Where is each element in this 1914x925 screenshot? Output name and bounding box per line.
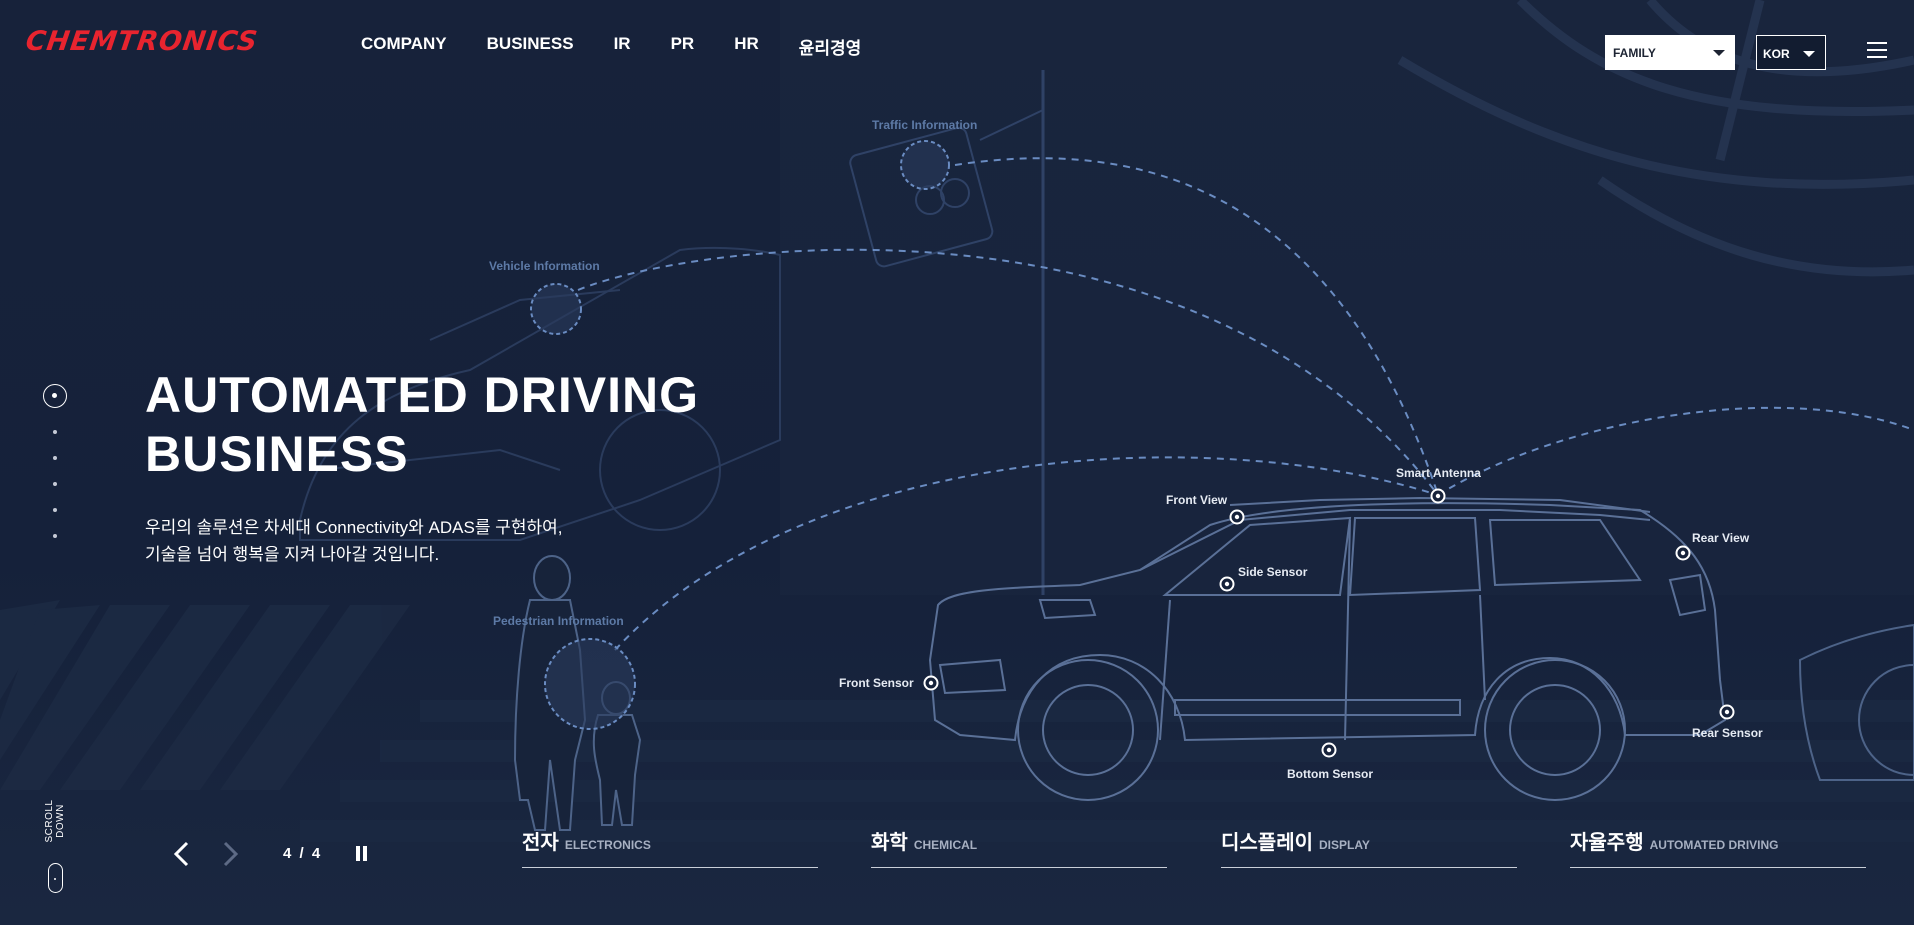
label-smart-antenna: Smart Antenna	[1396, 466, 1481, 480]
chemtronics-logo[interactable]: CHEMTRONICS	[24, 26, 260, 57]
label-side-sensor: Side Sensor	[1238, 565, 1308, 579]
nav-business[interactable]: BUSINESS	[487, 34, 574, 59]
tab-label-ko: 화학	[871, 832, 908, 854]
label-bottom-sensor: Bottom Sensor	[1287, 767, 1374, 781]
tab-label-en: ELECTRONICS	[564, 838, 651, 852]
section-dot-active[interactable]	[43, 384, 67, 408]
section-dot[interactable]	[53, 508, 57, 512]
label-front-sensor: Front Sensor	[839, 676, 914, 690]
main-nav: COMPANY BUSINESS IR PR HR 윤리경영	[361, 34, 901, 59]
slide-counter: 4 / 4	[283, 845, 322, 862]
tab-chemical[interactable]: 화학 CHEMICAL	[871, 826, 1167, 868]
tab-label-ko: 전자	[522, 832, 559, 854]
hero-desc-line2: 기술을 넘어 행복을 지켜 나아갈 것입니다.	[145, 545, 440, 564]
chevron-left-icon[interactable]	[172, 841, 192, 867]
hero-title-line1: AUTOMATED DRIVING	[145, 367, 700, 423]
chevron-down-icon	[1803, 51, 1815, 57]
hero-description: 우리의 솔루션은 차세대 Connectivity와 ADAS를 구현하여, 기…	[145, 514, 705, 568]
section-dot[interactable]	[53, 534, 57, 538]
section-pager	[43, 384, 67, 538]
slide-separator: /	[299, 845, 306, 862]
chevron-right-icon[interactable]	[220, 841, 240, 867]
section-dot[interactable]	[53, 430, 57, 434]
tab-automated-driving[interactable]: 자율주행 AUTOMATED DRIVING	[1570, 826, 1866, 868]
mouse-icon[interactable]	[48, 863, 63, 893]
hero-stage: Traffic Information Vehicle Information …	[0, 0, 1914, 925]
slide-total: 4	[311, 845, 323, 862]
label-pedestrian-information: Pedestrian Information	[493, 614, 624, 628]
nav-company[interactable]: COMPANY	[361, 34, 447, 59]
nav-pr[interactable]: PR	[671, 34, 695, 59]
family-site-select[interactable]: FAMILY	[1605, 35, 1735, 70]
scroll-down-label: SCROLL DOWN	[44, 799, 66, 843]
nav-ir[interactable]: IR	[614, 34, 631, 59]
nav-hr[interactable]: HR	[734, 34, 759, 59]
label-rear-view: Rear View	[1692, 531, 1750, 545]
tab-label-en: DISPLAY	[1319, 838, 1370, 852]
label-front-view: Front View	[1166, 493, 1228, 507]
tab-label-en: AUTOMATED DRIVING	[1649, 838, 1779, 852]
tab-label-ko: 자율주행	[1570, 832, 1644, 854]
label-vehicle-information: Vehicle Information	[489, 259, 600, 273]
tab-display[interactable]: 디스플레이 DISPLAY	[1221, 826, 1517, 868]
label-traffic-information: Traffic Information	[872, 118, 978, 132]
slide-current: 4	[283, 845, 294, 862]
tab-label-en: CHEMICAL	[913, 838, 978, 852]
pause-icon[interactable]	[356, 846, 370, 861]
section-dot[interactable]	[53, 482, 57, 486]
chevron-down-icon	[1713, 50, 1725, 56]
hero-title: AUTOMATED DRIVING BUSINESS	[145, 366, 785, 484]
language-select[interactable]: KOR	[1756, 35, 1826, 70]
nav-ethics[interactable]: 윤리경영	[799, 34, 862, 59]
section-dot[interactable]	[53, 456, 57, 460]
tab-electronics[interactable]: 전자 ELECTRONICS	[522, 826, 818, 868]
hero-title-line2: BUSINESS	[145, 426, 409, 482]
family-select-value: FAMILY	[1613, 46, 1656, 60]
label-rear-sensor: Rear Sensor	[1692, 726, 1763, 740]
hero-desc-line1: 우리의 솔루션은 차세대 Connectivity와 ADAS를 구현하여,	[145, 518, 563, 537]
tab-label-ko: 디스플레이	[1221, 832, 1313, 854]
hamburger-menu-icon[interactable]	[1867, 42, 1887, 58]
language-select-value: KOR	[1763, 47, 1790, 61]
